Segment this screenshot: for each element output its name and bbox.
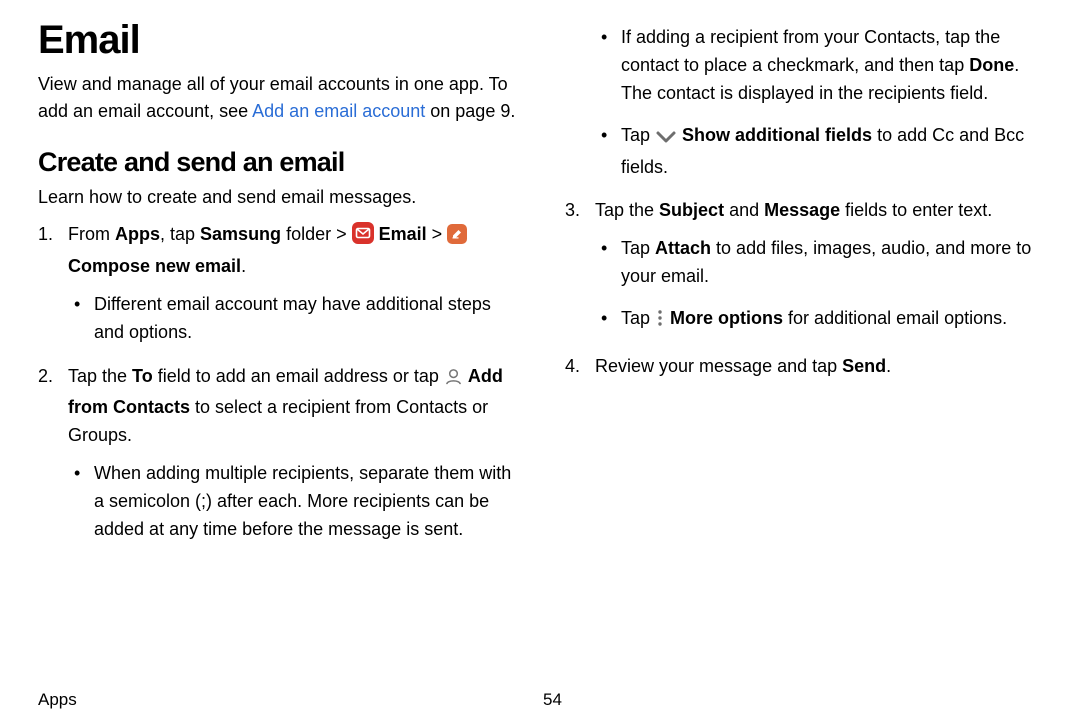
columns: Email View and manage all of your email … [38, 18, 1048, 684]
samsung-label: Samsung [200, 224, 281, 244]
apps-label: Apps [115, 224, 160, 244]
send-label: Send [842, 356, 886, 376]
text: Tap the [595, 200, 659, 220]
text: From [68, 224, 115, 244]
step-number: 3. [565, 197, 580, 225]
text: Tap [621, 238, 655, 258]
list-item: Tap Attach to add files, images, audio, … [595, 235, 1048, 291]
step-number: 1. [38, 221, 53, 249]
page-footer: Apps 54 [38, 684, 1048, 710]
text: for additional email options. [783, 308, 1007, 328]
text: . [241, 256, 246, 276]
footer-section-label: Apps [38, 690, 543, 710]
list-item: When adding multiple recipients, separat… [68, 460, 521, 544]
to-label: To [132, 366, 153, 386]
text: , tap [160, 224, 200, 244]
step-3-bullets: Tap Attach to add files, images, audio, … [595, 235, 1048, 337]
add-email-account-link[interactable]: Add an email account [252, 101, 425, 121]
footer-page-number: 54 [543, 690, 1048, 710]
compose-icon [447, 224, 467, 253]
text: Tap [621, 308, 655, 328]
step-number: 4. [565, 353, 580, 381]
text: If adding a recipient from your Contacts… [621, 27, 1000, 75]
chevron-down-icon [655, 126, 677, 154]
more-options-label: More options [670, 308, 783, 328]
more-options-icon [655, 308, 665, 337]
text: Tap [621, 125, 655, 145]
attach-label: Attach [655, 238, 711, 258]
text: Tap the [68, 366, 132, 386]
steps-list-right: If adding a recipient from your Contacts… [565, 24, 1048, 381]
section-subtext: Learn how to create and send email messa… [38, 184, 521, 211]
section-heading: Create and send an email [38, 147, 521, 178]
list-item: Tap More options for additional email op… [595, 305, 1048, 337]
step-number: 2. [38, 363, 53, 391]
step-2-bullets-left: When adding multiple recipients, separat… [68, 460, 521, 544]
left-column: Email View and manage all of your email … [38, 18, 521, 684]
done-label: Done [969, 55, 1014, 75]
list-item: If adding a recipient from your Contacts… [595, 24, 1048, 108]
step-3: 3. Tap the Subject and Message fields to… [565, 197, 1048, 337]
subject-label: Subject [659, 200, 724, 220]
step-2-continued: If adding a recipient from your Contacts… [565, 24, 1048, 181]
step-2: 2. Tap the To field to add an email addr… [38, 363, 521, 544]
email-label: Email [379, 224, 427, 244]
steps-list-left: 1. From Apps, tap Samsung folder > Email… [38, 221, 521, 544]
text: field to add an email address or tap [153, 366, 444, 386]
step-2-bullets-right: If adding a recipient from your Contacts… [595, 24, 1048, 181]
step-1: 1. From Apps, tap Samsung folder > Email… [38, 221, 521, 347]
text: > [427, 224, 448, 244]
text: fields to enter text. [840, 200, 992, 220]
intro-paragraph: View and manage all of your email accoun… [38, 71, 521, 125]
right-column: If adding a recipient from your Contacts… [565, 18, 1048, 684]
text: folder > [281, 224, 352, 244]
step-1-bullets: Different email account may have additio… [68, 291, 521, 347]
step-4: 4. Review your message and tap Send. [565, 353, 1048, 381]
page-title: Email [38, 18, 521, 63]
text: and [724, 200, 764, 220]
email-icon [352, 222, 374, 253]
show-additional-fields-label: Show additional fields [682, 125, 872, 145]
intro-text-post: on page 9. [425, 101, 515, 121]
manual-page: Email View and manage all of your email … [0, 0, 1080, 720]
compose-label: Compose new email [68, 256, 241, 276]
message-label: Message [764, 200, 840, 220]
text: . [886, 356, 891, 376]
list-item: Tap Show additional fields to add Cc and… [595, 122, 1048, 182]
contact-icon [444, 367, 463, 395]
list-item: Different email account may have additio… [68, 291, 521, 347]
text: Review your message and tap [595, 356, 842, 376]
